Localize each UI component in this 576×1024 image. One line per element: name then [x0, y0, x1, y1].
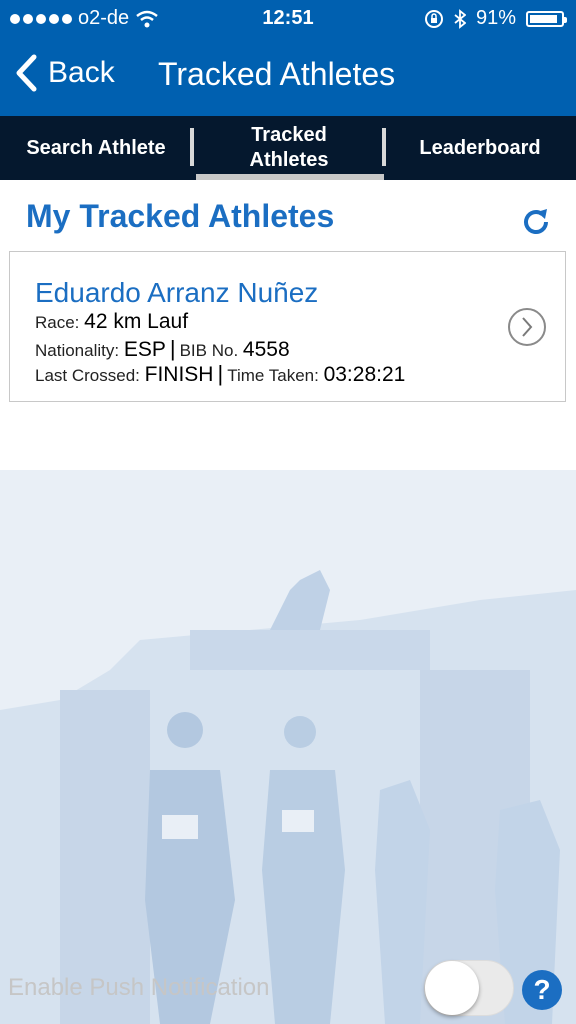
section-title: My Tracked Athletes — [26, 198, 335, 234]
push-notification-toggle[interactable] — [424, 960, 514, 1016]
rotation-lock-icon — [424, 9, 443, 28]
bib-label: BIB No. — [179, 341, 239, 360]
navigation-bar: Back Tracked Athletes — [0, 36, 576, 116]
nationality-label: Nationality: — [35, 341, 120, 360]
help-button[interactable]: ? — [522, 970, 562, 1010]
last-crossed-value: FINISH — [144, 363, 214, 386]
bluetooth-icon — [454, 8, 466, 29]
tab-search-athlete[interactable]: Search Athlete — [0, 116, 192, 180]
chevron-right-icon[interactable] — [508, 308, 546, 346]
time-taken-label: Time Taken: — [227, 366, 319, 385]
time-taken-value: 03:28:21 — [323, 363, 406, 386]
back-button[interactable]: Back — [14, 54, 115, 92]
tab-leaderboard[interactable]: Leaderboard — [384, 116, 576, 180]
background-image — [0, 470, 576, 1024]
tab-tracked-athletes-label: Tracked Athletes — [249, 124, 329, 171]
push-notification-label: Enable Push Notification — [8, 974, 270, 1001]
race-value: 42 km Lauf — [84, 310, 189, 333]
athlete-card[interactable]: Eduardo Arranz Nuñez Race: 42 km Lauf Na… — [9, 251, 566, 402]
bib-value: 4558 — [242, 338, 290, 361]
toggle-knob — [425, 961, 479, 1015]
race-label: Race: — [35, 313, 80, 332]
separator: | — [217, 361, 224, 386]
refresh-icon[interactable] — [520, 206, 552, 238]
status-bar: o2-de 12:51 91% — [0, 0, 576, 36]
separator: | — [169, 336, 176, 361]
last-crossed-row: Last Crossed: FINISH | Time Taken: 03:28:2… — [35, 361, 405, 387]
page-title: Tracked Athletes — [158, 56, 396, 92]
back-label: Back — [48, 56, 115, 89]
last-crossed-label: Last Crossed: — [35, 366, 140, 385]
athlete-name: Eduardo Arranz Nuñez — [35, 277, 319, 308]
active-tab-indicator — [196, 174, 384, 180]
race-row: Race: 42 km Lauf — [35, 310, 188, 334]
battery-icon — [526, 10, 567, 27]
chevron-left-icon — [16, 54, 37, 92]
nationality-value: ESP — [123, 338, 166, 361]
battery-percent: 91% — [475, 7, 516, 29]
tab-divider — [190, 128, 194, 166]
nationality-row: Nationality: ESP | BIB No. 4558 — [35, 336, 290, 362]
tab-tracked-athletes[interactable]: Tracked Athletes — [196, 116, 382, 180]
tab-bar: Search Athlete Tracked Athletes Leaderbo… — [0, 116, 576, 180]
